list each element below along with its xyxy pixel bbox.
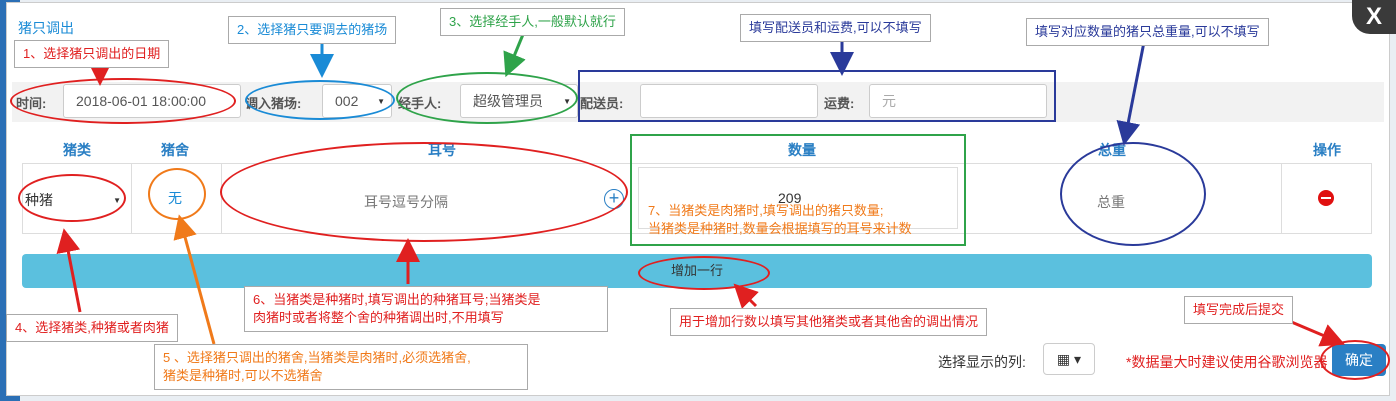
annotation-arrows (56, 31, 1346, 347)
annotation-weight: 填写对应数量的猪只总重量,可以不填写 (1026, 18, 1269, 46)
annotation-6: 6、当猪类是种猪时,填写调出的种猪耳号;当猪类是 肉猪时或者将整个舍的种猪调出时,… (244, 286, 608, 332)
annotation-3: 3、选择经手人,一般默认就行 (440, 8, 625, 36)
annotation-add-row: 用于增加行数以填写其他猪类或者其他舍的调出情况 (670, 308, 988, 336)
annotation-1: 1、选择猪只调出的日期 (14, 40, 170, 68)
annotation-5: 5 、选择猪只调出的猪舍,当猪类是肉猪时,必须选猪舍, 猪类是种猪时,可以不选猪舍 (154, 344, 528, 390)
annotation-submit: 填写完成后提交 (1184, 296, 1294, 324)
annotation-7: 7、当猪类是肉猪时,填写调出的猪只数量; 当猪类是种猪时,数量会根据填写的耳号来计… (648, 203, 912, 236)
annotation-2: 2、选择猪只要调去的猪场 (228, 16, 397, 44)
annotation-4: 4、选择猪类,种猪或者肉猪 (6, 314, 178, 342)
annotation-courier: 填写配送员和运费,可以不填写 (740, 14, 931, 42)
